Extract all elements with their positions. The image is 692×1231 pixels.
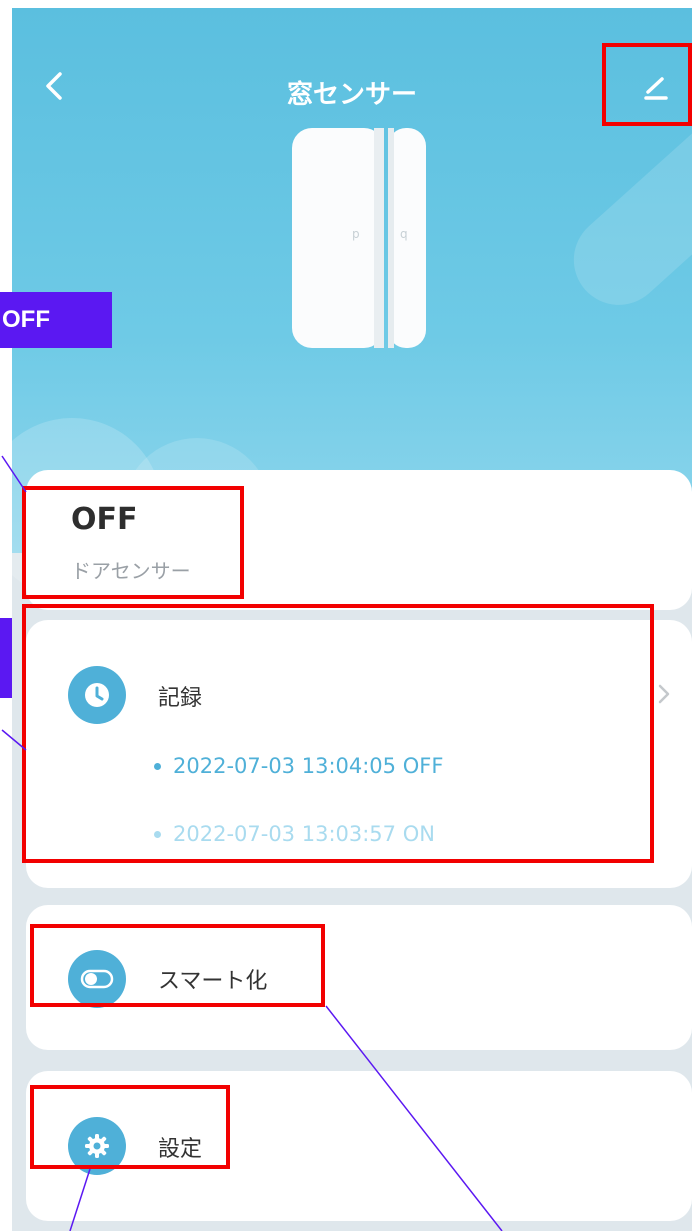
settings-card[interactable]: 設定 bbox=[26, 1071, 692, 1221]
settings-icon-badge bbox=[68, 1117, 126, 1175]
callout-label: OFF bbox=[0, 292, 112, 348]
chevron-left-icon bbox=[46, 72, 62, 100]
history-entry-text: 2022-07-03 13:04:05 OFF bbox=[173, 754, 444, 778]
chevron-right-icon bbox=[658, 684, 670, 704]
hero-decoration bbox=[555, 82, 692, 324]
clock-icon bbox=[85, 683, 109, 707]
page-title: 窓センサー bbox=[286, 80, 417, 110]
smart-label: スマート化 bbox=[158, 969, 268, 994]
history-card[interactable]: 記録 2022-07-03 13:04:05 OFF 2022-07-03 13… bbox=[26, 620, 692, 888]
svg-text:p: p bbox=[352, 227, 360, 241]
smart-card[interactable]: スマート化 bbox=[26, 905, 692, 1050]
status-value: OFF bbox=[71, 502, 138, 537]
app-screen: 窓センサー p q OFF ドアセンサー 記録 2022-07-03 13:04… bbox=[12, 8, 692, 1231]
svg-text:q: q bbox=[400, 227, 408, 241]
callout-text: OFF bbox=[2, 306, 50, 333]
status-card: OFF ドアセンサー bbox=[26, 470, 692, 610]
history-entry-text: 2022-07-03 13:03:57 ON bbox=[173, 822, 435, 846]
gear-icon bbox=[85, 1134, 109, 1158]
callout-tab bbox=[0, 618, 12, 698]
history-icon-badge bbox=[68, 666, 126, 724]
pencil-icon bbox=[644, 77, 668, 100]
smart-icon-badge bbox=[68, 950, 126, 1008]
window-sensor-image: p q bbox=[292, 128, 426, 348]
history-label: 記録 bbox=[158, 686, 203, 711]
edit-button[interactable] bbox=[636, 68, 676, 108]
status-label: ドアセンサー bbox=[71, 559, 191, 583]
bullet-dot bbox=[154, 762, 161, 770]
history-entry: 2022-07-03 13:04:05 OFF bbox=[154, 754, 443, 778]
back-button[interactable] bbox=[34, 66, 74, 106]
toggle-icon bbox=[80, 969, 114, 989]
history-entry: 2022-07-03 13:03:57 ON bbox=[154, 822, 435, 846]
settings-label: 設定 bbox=[158, 1137, 203, 1162]
bullet-dot bbox=[154, 830, 161, 838]
